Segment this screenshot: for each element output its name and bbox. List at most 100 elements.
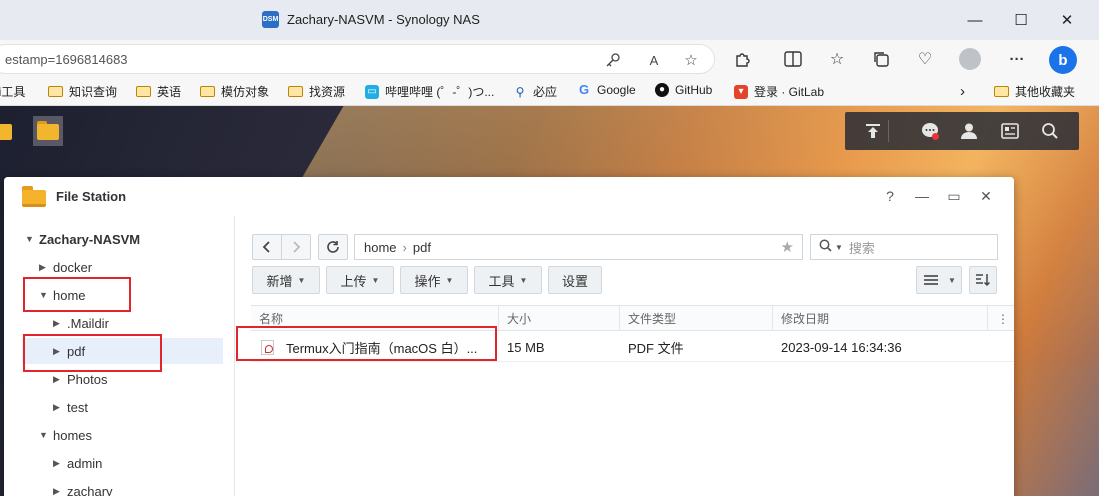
- favorite-star-icon[interactable]: ★: [781, 238, 794, 256]
- file-station-folder-icon: [22, 184, 48, 208]
- bookmark-label: 登录 · GitLab: [754, 85, 825, 99]
- path-segment-pdf[interactable]: pdf: [413, 240, 431, 255]
- maximize-window-button[interactable]: ☐: [998, 0, 1044, 40]
- highlight-box-pdf: [23, 334, 162, 372]
- refresh-button[interactable]: [318, 234, 348, 260]
- tree-node-maildir[interactable]: ▶ .Maildir: [53, 310, 109, 336]
- folder-icon: [994, 86, 1009, 97]
- bookmark-bing[interactable]: ⚲ 必应: [513, 83, 557, 100]
- back-button[interactable]: [252, 234, 282, 260]
- tree-node-label: homes: [53, 427, 93, 443]
- create-button[interactable]: 新增 ▼: [252, 266, 320, 294]
- maximize-button[interactable]: ▭: [945, 187, 963, 205]
- help-button[interactable]: ?: [881, 187, 899, 205]
- file-station-header: File Station ? — ▭ ✕: [4, 177, 1014, 216]
- bookmark-label: 必应: [533, 85, 558, 99]
- highlight-box-file: [236, 326, 497, 361]
- bing-icon[interactable]: b: [1049, 46, 1077, 74]
- search-options-caret-icon[interactable]: ▼: [835, 243, 843, 252]
- bookmarks-overflow-button[interactable]: ›: [960, 83, 965, 100]
- github-icon: ●: [655, 83, 669, 97]
- minimize-window-button[interactable]: —: [952, 0, 998, 40]
- settings-button[interactable]: 设置: [548, 266, 602, 294]
- close-window-button[interactable]: ✕: [1044, 0, 1090, 40]
- close-button[interactable]: ✕: [977, 187, 995, 205]
- browser-toolbar: estamp=1696814683 A ☆ ☆ ♡ ··· b: [0, 40, 1099, 78]
- dsm-tab-icon: DSM: [262, 11, 279, 28]
- system-tray: [845, 112, 1079, 150]
- tray-divider: [888, 120, 889, 142]
- tree-node-label: test: [67, 399, 88, 415]
- browser-essentials-icon[interactable]: ♡: [914, 48, 936, 70]
- bookmark-imitate[interactable]: 模仿对象: [200, 83, 269, 100]
- file-station-title: File Station: [56, 189, 127, 204]
- other-favorites[interactable]: 其他收藏夹: [994, 83, 1075, 100]
- action-button[interactable]: 操作 ▼: [400, 266, 468, 294]
- bookmark-knowledge[interactable]: 知识查询: [48, 83, 117, 100]
- view-mode-button[interactable]: ▼: [916, 266, 962, 294]
- path-segment-home[interactable]: home: [364, 240, 397, 255]
- bookmark-english[interactable]: 英语: [136, 83, 181, 100]
- collections-icon[interactable]: [870, 48, 892, 70]
- bookmark-label: 哔哩哔哩 (゜-゜)つ...: [385, 85, 495, 99]
- more-icon[interactable]: ···: [1006, 48, 1028, 70]
- column-modified[interactable]: 修改日期: [773, 306, 988, 331]
- bilibili-icon: ▭: [365, 84, 379, 99]
- profile-avatar[interactable]: [959, 48, 981, 70]
- column-type[interactable]: 文件类型: [620, 306, 773, 331]
- bookmark-ai-tools[interactable]: ai工具: [0, 83, 25, 100]
- search-icon[interactable]: [1039, 120, 1061, 142]
- forward-button[interactable]: [281, 234, 311, 260]
- bookmark-google[interactable]: G Google: [577, 82, 636, 98]
- button-label: 操作: [414, 273, 441, 289]
- bookmark-github[interactable]: ● GitHub: [655, 83, 712, 97]
- file-type: PDF 文件: [628, 340, 684, 356]
- extensions-icon[interactable]: [732, 48, 754, 70]
- widgets-icon[interactable]: [999, 120, 1021, 142]
- window-title: DSM Zachary-NASVM - Synology NAS: [262, 11, 480, 28]
- taskbar-file-station-icon[interactable]: [33, 116, 63, 146]
- button-label: 新增: [266, 273, 293, 289]
- file-size: 15 MB: [507, 339, 545, 355]
- upload-button[interactable]: 上传 ▼: [326, 266, 394, 294]
- read-aloud-icon[interactable]: A: [644, 50, 664, 70]
- split-screen-icon[interactable]: [782, 48, 804, 70]
- tree-node-label: admin: [67, 455, 103, 471]
- tree-node-homes[interactable]: ▼ homes: [39, 422, 92, 448]
- tools-button[interactable]: 工具 ▼: [474, 266, 542, 294]
- path-bar[interactable]: home › pdf ★: [354, 234, 803, 260]
- user-icon[interactable]: [958, 120, 980, 142]
- tree-node-label: zachary: [67, 483, 113, 496]
- upload-queue-icon[interactable]: [862, 120, 884, 142]
- taskbar-app-icon[interactable]: [0, 116, 16, 146]
- expanded-caret-icon: ▼: [25, 234, 34, 244]
- search-placeholder: 搜索: [848, 240, 875, 256]
- gitlab-icon: ▾: [734, 84, 748, 99]
- google-icon: G: [578, 82, 590, 97]
- folder-icon: [200, 86, 215, 97]
- dropdown-caret-icon: ▼: [519, 275, 528, 285]
- column-size[interactable]: 大小: [499, 306, 620, 331]
- tree-node-test[interactable]: ▶ test: [53, 394, 88, 420]
- minimize-button[interactable]: —: [913, 187, 931, 205]
- bookmark-bilibili[interactable]: ▭ 哔哩哔哩 (゜-゜)つ...: [365, 83, 494, 100]
- highlight-box-home: [23, 277, 131, 312]
- bookmark-resources[interactable]: 找资源: [288, 83, 345, 100]
- tree-node-admin[interactable]: ▶ admin: [53, 450, 102, 476]
- search-field[interactable]: ▼ 搜索: [810, 234, 998, 260]
- address-bar[interactable]: estamp=1696814683 A ☆: [0, 44, 715, 74]
- bookmark-gitlab[interactable]: ▾ 登录 · GitLab: [734, 83, 824, 100]
- collapsed-caret-icon: ▶: [53, 485, 60, 496]
- tree-node-label: .Maildir: [67, 315, 109, 331]
- favorites-icon[interactable]: ☆: [826, 48, 848, 70]
- sort-button[interactable]: [969, 266, 997, 294]
- notifications-icon[interactable]: [919, 120, 941, 142]
- collapsed-caret-icon: ▶: [39, 261, 46, 272]
- tree-node-root[interactable]: ▼ Zachary-NASVM: [25, 226, 140, 252]
- search-icon: ⚲: [515, 84, 525, 99]
- path-separator: ›: [402, 239, 407, 255]
- tree-node-zachary[interactable]: ▶ zachary: [53, 478, 113, 496]
- key-icon[interactable]: [603, 50, 623, 70]
- column-options-icon[interactable]: ⋮: [988, 306, 1014, 331]
- star-icon[interactable]: ☆: [681, 50, 701, 70]
